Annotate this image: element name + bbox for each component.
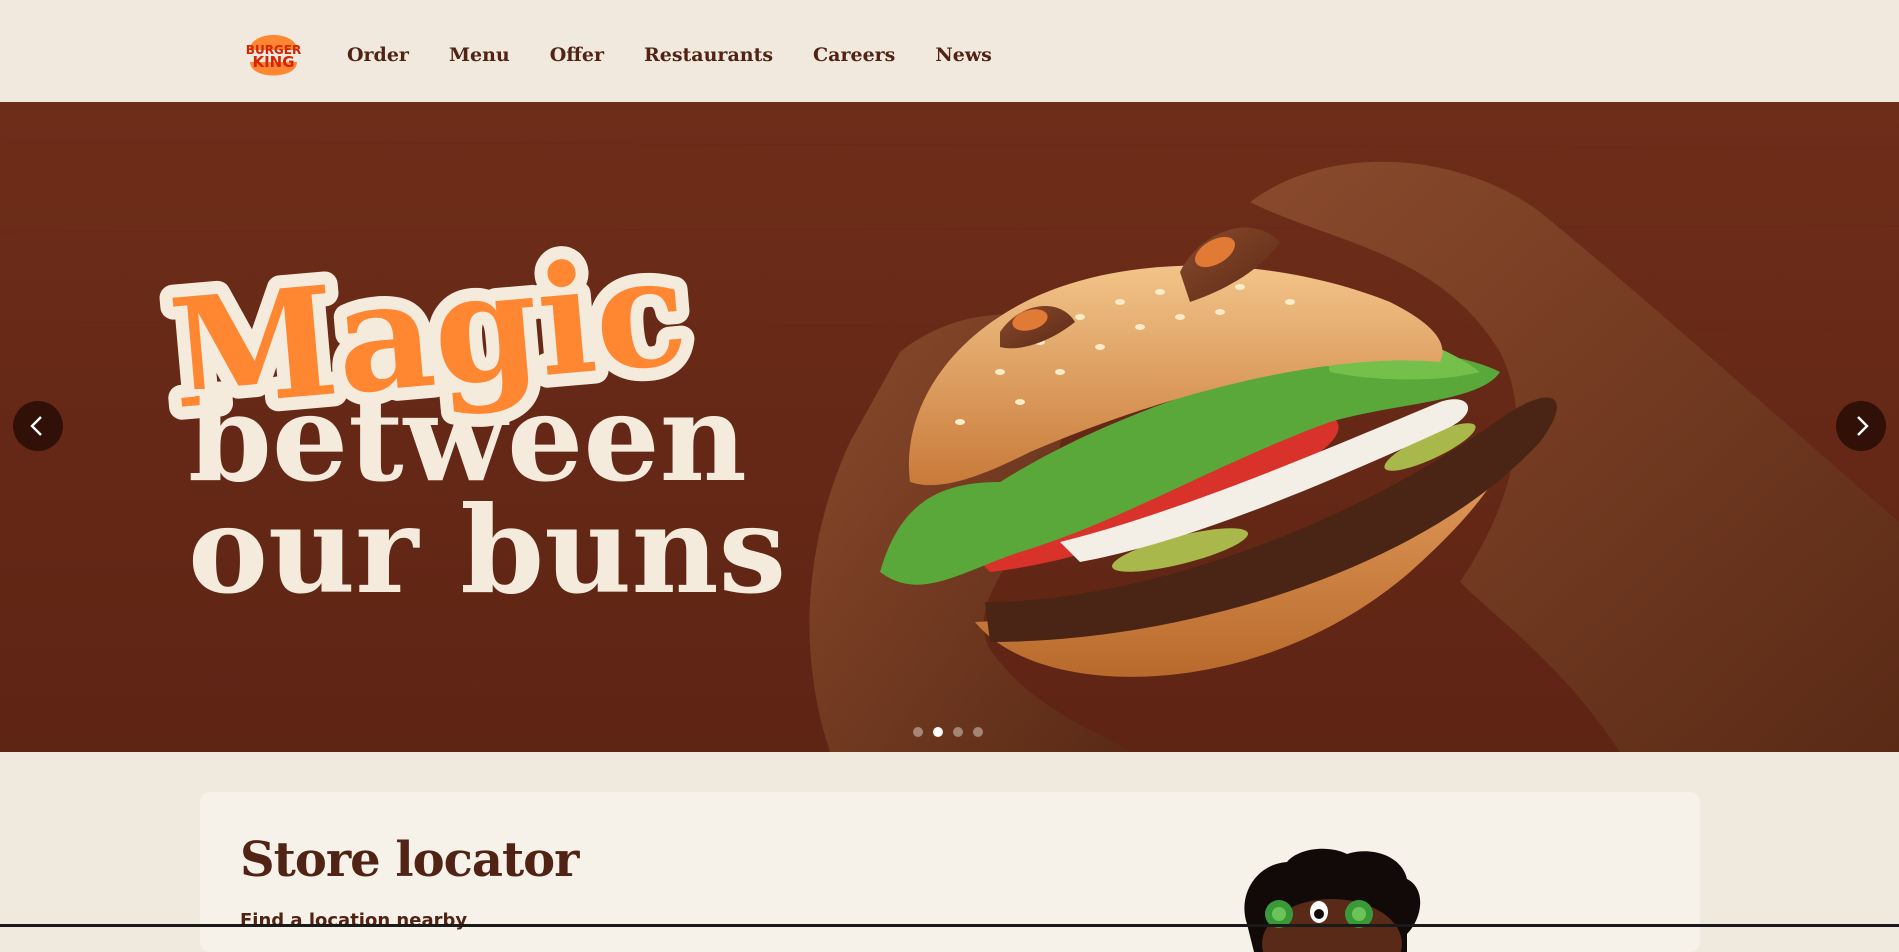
character-illustration (1244, 848, 1421, 952)
nav-offer[interactable]: Offer (550, 44, 604, 66)
nav-news[interactable]: News (935, 44, 992, 66)
carousel-dot-3[interactable] (953, 727, 963, 737)
carousel-next-button[interactable] (1836, 401, 1886, 451)
carousel-dot-4[interactable] (973, 727, 983, 737)
nav-restaurants[interactable]: Restaurants (644, 44, 773, 66)
main-nav: Order Menu Offer Restaurants Careers New… (347, 44, 1032, 66)
nav-order[interactable]: Order (347, 44, 409, 66)
store-locator-card: Store locator Find a location nearby (200, 792, 1700, 952)
chevron-right-icon (1857, 416, 1869, 436)
carousel-prev-button[interactable] (13, 401, 63, 451)
carousel-dot-1[interactable] (913, 727, 923, 737)
carousel-dot-2[interactable] (933, 727, 943, 737)
logo-text-bottom: KING (252, 53, 294, 71)
headline-our-buns: our buns (188, 480, 786, 621)
nav-menu[interactable]: Menu (449, 44, 510, 66)
store-locator-subtitle: Find a location nearby (240, 910, 468, 931)
carousel-pagination (913, 727, 993, 737)
store-locator-title: Store locator (240, 832, 579, 888)
site-header: BURGER KING Order Menu Offer Restaurants… (0, 0, 1899, 102)
hero-carousel: Magic Magic between our buns (0, 102, 1899, 752)
hero-headline: Magic Magic between our buns (151, 210, 787, 621)
chevron-left-icon (30, 416, 42, 436)
burger-king-logo[interactable]: BURGER KING (246, 24, 301, 84)
nav-careers[interactable]: Careers (813, 44, 895, 66)
